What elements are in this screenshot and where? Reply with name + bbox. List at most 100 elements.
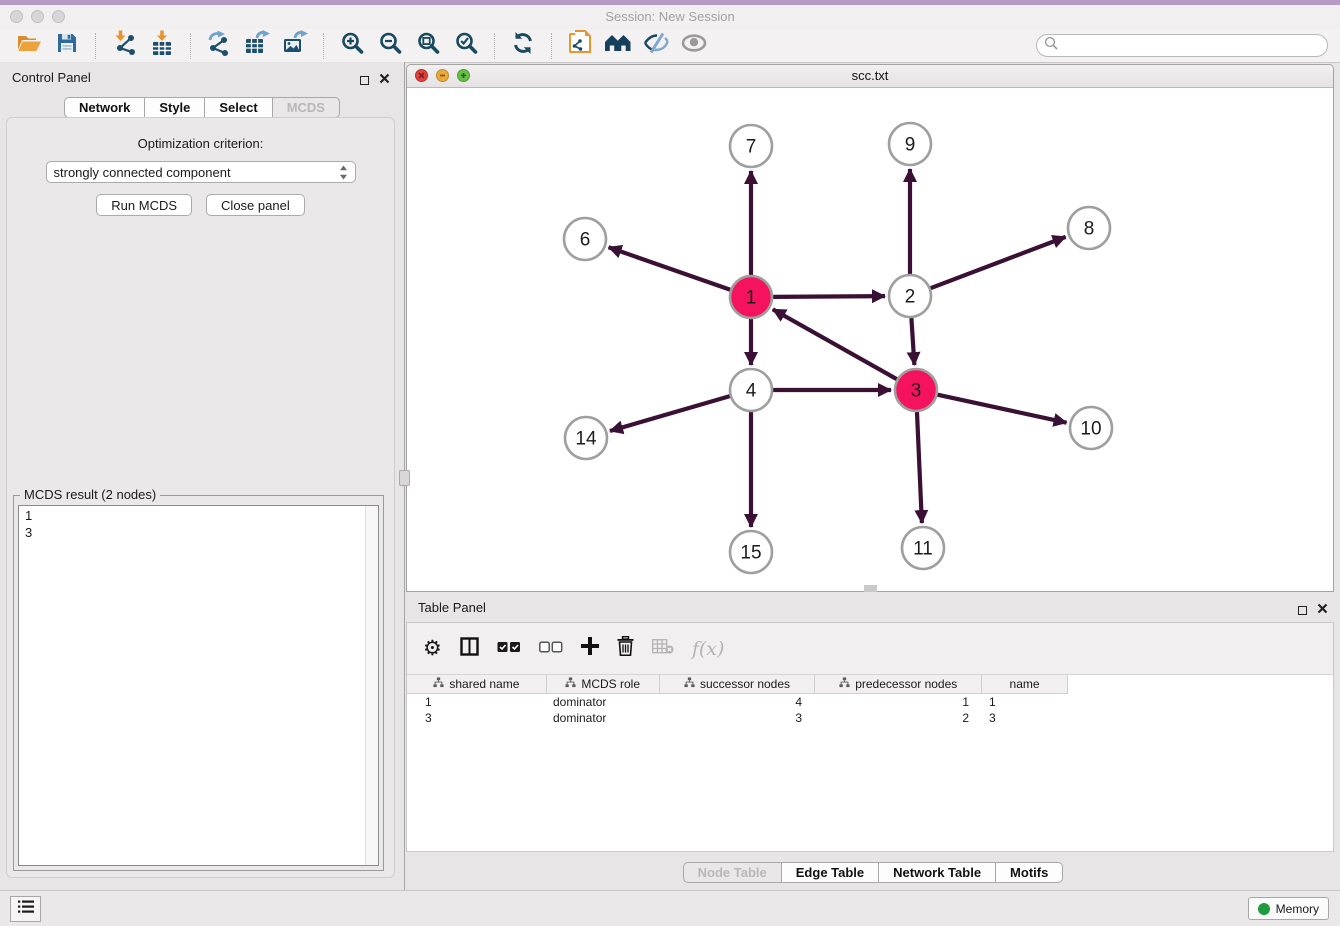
table-cell[interactable]: 3 xyxy=(407,710,547,726)
tab-mcds[interactable]: MCDS xyxy=(273,97,340,118)
export-network-button[interactable] xyxy=(203,31,235,61)
table-row[interactable]: 3dominator323 xyxy=(407,710,1333,726)
node-10[interactable]: 10 xyxy=(1070,407,1112,449)
network-view-window: scc.txt 7 9 6 8 1 2 4 3 14 10 15 11 xyxy=(406,64,1334,592)
table-cell[interactable]: 1 xyxy=(983,694,1068,710)
import-table-button[interactable] xyxy=(146,31,178,61)
tab-network[interactable]: Network xyxy=(64,97,145,118)
zoom-fit-button[interactable] xyxy=(412,31,444,61)
task-history-button[interactable] xyxy=(10,896,41,922)
table-cell[interactable]: 4 xyxy=(660,694,816,710)
open-session-button[interactable] xyxy=(13,31,45,61)
delete-row-button[interactable] xyxy=(617,636,634,661)
edge-3-11[interactable] xyxy=(917,412,922,523)
toolbar-separator xyxy=(551,33,552,59)
toolbar-separator xyxy=(323,33,324,59)
import-network-button[interactable] xyxy=(108,31,140,61)
deselect-all-button[interactable] xyxy=(539,640,563,658)
node-4[interactable]: 4 xyxy=(730,369,772,411)
tab-edge-table[interactable]: Edge Table xyxy=(782,862,879,883)
network-overview-button[interactable] xyxy=(564,31,596,61)
column-header-MCDS-role[interactable]: MCDS role xyxy=(547,675,660,693)
tab-node-table[interactable]: Node Table xyxy=(683,862,782,883)
export-table-button[interactable] xyxy=(241,31,273,61)
column-header-predecessor-nodes[interactable]: predecessor nodes xyxy=(815,675,982,693)
node-14[interactable]: 14 xyxy=(565,417,607,459)
add-row-button[interactable] xyxy=(581,637,599,660)
node-label: 3 xyxy=(911,381,922,402)
zoom-in-button[interactable] xyxy=(336,31,368,61)
memory-button[interactable]: Memory xyxy=(1248,897,1329,920)
table-cell[interactable]: 1 xyxy=(816,694,983,710)
show-graphics-details-button[interactable] xyxy=(678,31,710,61)
node-label: 10 xyxy=(1080,419,1101,440)
delete-table-button[interactable] xyxy=(652,639,674,659)
tab-motifs[interactable]: Motifs xyxy=(996,862,1063,883)
canvas-resize-handle[interactable] xyxy=(864,585,877,592)
zoom-selected-button[interactable] xyxy=(450,31,482,61)
select-all-button[interactable] xyxy=(497,640,521,658)
split-columns-button[interactable] xyxy=(460,637,479,661)
columns-icon xyxy=(460,637,479,661)
column-header-successor-nodes[interactable]: successor nodes xyxy=(660,675,816,693)
node-7[interactable]: 7 xyxy=(730,125,772,167)
edge-4-14[interactable] xyxy=(610,396,730,431)
function-builder-button[interactable]: f(x) xyxy=(692,638,725,660)
close-panel-button[interactable]: Close panel xyxy=(206,194,305,216)
run-mcds-button[interactable]: Run MCDS xyxy=(96,194,192,216)
tab-network-table[interactable]: Network Table xyxy=(879,862,996,883)
column-header-name[interactable]: name xyxy=(982,675,1067,693)
edge-2-8[interactable] xyxy=(931,237,1066,288)
export-image-icon xyxy=(282,30,308,61)
home-button[interactable] xyxy=(602,31,634,61)
save-session-button[interactable] xyxy=(51,31,83,61)
network-window-titlebar[interactable]: scc.txt xyxy=(407,65,1333,88)
node-9[interactable]: 9 xyxy=(889,123,931,165)
table-cell[interactable]: dominator xyxy=(547,710,660,726)
tab-style[interactable]: Style xyxy=(145,97,205,118)
floppy-disk-icon xyxy=(55,31,79,60)
mcds-result-textarea[interactable]: 1 3 xyxy=(18,505,379,866)
node-15[interactable]: 15 xyxy=(730,531,772,573)
search-box[interactable] xyxy=(1036,34,1328,57)
node-label: 15 xyxy=(740,543,761,564)
node-1[interactable]: 1 xyxy=(730,276,772,318)
column-header-shared-name[interactable]: shared name xyxy=(407,675,547,693)
export-image-button[interactable] xyxy=(279,31,311,61)
splitter-handle[interactable] xyxy=(399,470,410,486)
table-cell[interactable]: 1 xyxy=(407,694,547,710)
node-2[interactable]: 2 xyxy=(889,275,931,317)
close-panel-icon[interactable] xyxy=(379,71,390,89)
network-maximize-button[interactable] xyxy=(457,69,470,82)
edge-3-1[interactable] xyxy=(773,309,897,379)
node-8[interactable]: 8 xyxy=(1068,207,1110,249)
node-11[interactable]: 11 xyxy=(902,527,944,569)
zoom-out-button[interactable] xyxy=(374,31,406,61)
network-close-button[interactable] xyxy=(415,69,428,82)
result-scrollbar[interactable] xyxy=(365,506,378,865)
search-input[interactable] xyxy=(1058,38,1320,54)
node-3[interactable]: 3 xyxy=(895,369,937,411)
network-minimize-button[interactable] xyxy=(436,69,449,82)
edge-2-3[interactable] xyxy=(911,318,914,365)
node-6[interactable]: 6 xyxy=(564,218,606,260)
float-table-panel-icon[interactable] xyxy=(1298,606,1307,615)
edge-1-2[interactable] xyxy=(773,296,885,297)
hide-panels-button[interactable] xyxy=(640,31,672,61)
apply-layout-button[interactable] xyxy=(507,31,539,61)
table-row[interactable]: 1dominator411 xyxy=(407,694,1333,710)
table-cell[interactable]: 3 xyxy=(660,710,816,726)
table-cell[interactable]: 3 xyxy=(983,710,1068,726)
table-cell[interactable]: 2 xyxy=(816,710,983,726)
float-panel-icon[interactable] xyxy=(360,76,369,85)
edge-1-6[interactable] xyxy=(609,247,731,289)
close-table-panel-icon[interactable] xyxy=(1317,601,1328,619)
edge-3-10[interactable] xyxy=(937,395,1066,423)
table-settings-button[interactable]: ⚙ xyxy=(423,638,442,659)
list-icon xyxy=(18,900,34,919)
tab-select[interactable]: Select xyxy=(205,97,272,118)
network-canvas[interactable]: 7 9 6 8 1 2 4 3 14 10 15 11 xyxy=(407,88,1333,591)
delete-table-icon xyxy=(652,639,674,659)
optimization-criterion-select[interactable]: strongly connected component xyxy=(46,161,356,183)
table-cell[interactable]: dominator xyxy=(547,694,660,710)
